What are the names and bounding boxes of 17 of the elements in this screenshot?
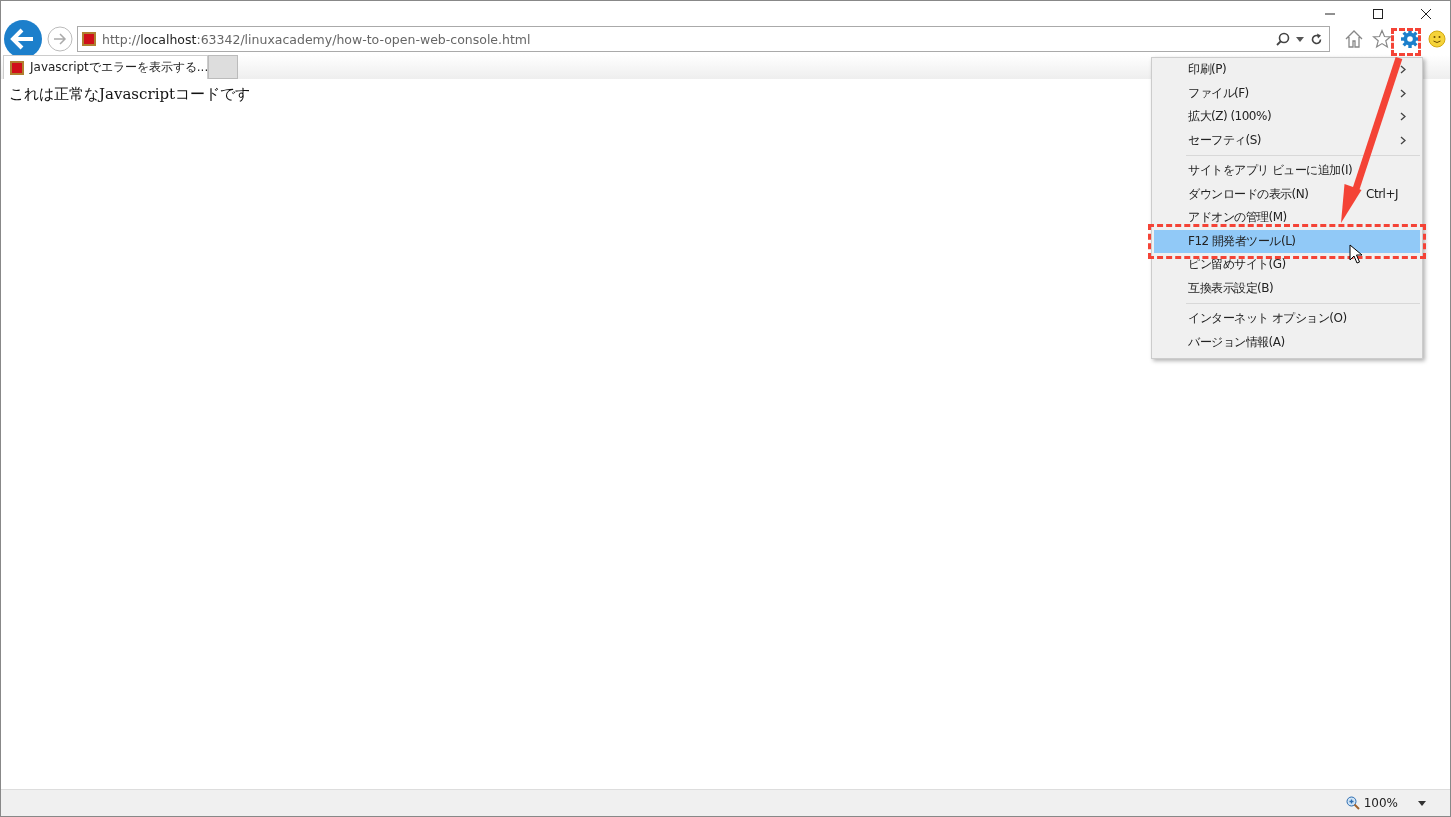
menu-item[interactable]: アドオンの管理(M) <box>1154 206 1420 230</box>
menu-item[interactable]: バージョン情報(A) <box>1154 330 1420 354</box>
menu-item[interactable]: 拡大(Z) (100%) <box>1154 105 1420 129</box>
menu-item[interactable]: サイトをアプリ ビューに追加(I) <box>1154 159 1420 183</box>
browser-tab[interactable]: Javascriptでエラーを表示する... <box>3 55 208 79</box>
page-text: これは正常なJavascriptコードです <box>9 85 251 104</box>
menu-item[interactable]: セーフティ(S) <box>1154 128 1420 152</box>
tab-title: Javascriptでエラーを表示する... <box>30 59 209 76</box>
menu-item[interactable]: インターネット オプション(O) <box>1154 307 1420 331</box>
zoom-level[interactable]: 100% <box>1363 796 1398 810</box>
address-bar[interactable]: http://localhost:63342/linuxacademy/how-to-open-web-console.html <box>77 26 1330 52</box>
menu-item[interactable]: ピン留めサイト(G) <box>1154 253 1420 277</box>
url-text: http://localhost:63342/linuxacademy/how-to-open-web-console.html <box>102 31 532 47</box>
menu-item[interactable]: ダウンロードの表示(N) Ctrl+J <box>1154 182 1420 206</box>
menu-item[interactable]: ファイル(F) <box>1154 81 1420 105</box>
menu-item[interactable]: 互換表示設定(B) <box>1154 276 1420 300</box>
menu-item[interactable]: 印刷(P) <box>1154 58 1420 82</box>
